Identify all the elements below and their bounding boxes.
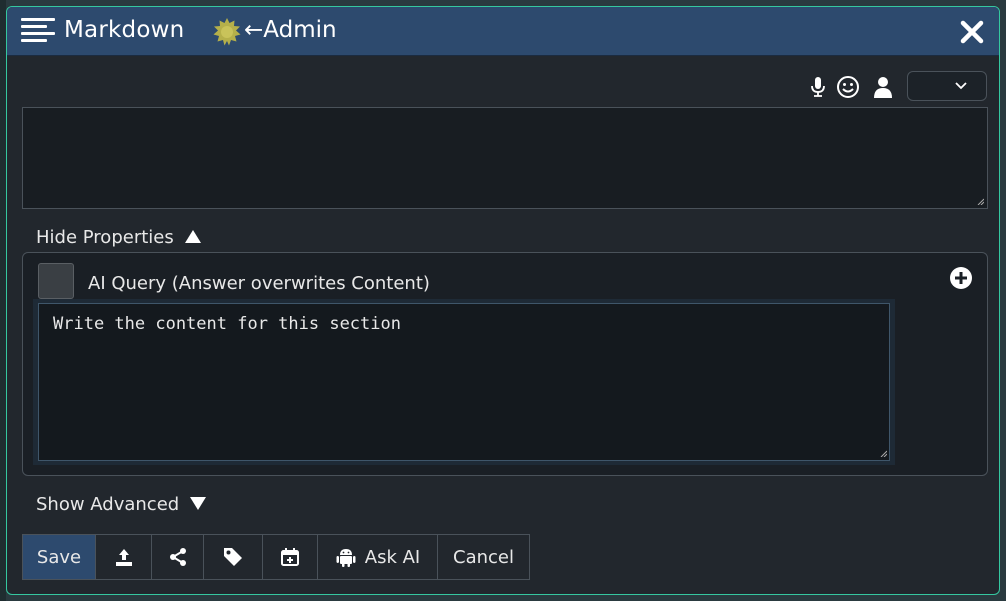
upload-button[interactable] bbox=[96, 535, 152, 579]
resize-grip-icon[interactable] bbox=[880, 450, 887, 457]
badge-icon bbox=[213, 18, 241, 46]
ai-query-checkbox[interactable] bbox=[38, 263, 74, 299]
resize-grip-icon[interactable] bbox=[977, 198, 984, 205]
menu-icon[interactable] bbox=[21, 18, 55, 44]
triangle-down-icon bbox=[190, 497, 207, 510]
dialog-titlebar: Markdown ←Admin bbox=[7, 7, 999, 56]
plus-circle-icon[interactable] bbox=[949, 266, 973, 290]
content-textarea[interactable] bbox=[22, 107, 988, 209]
ai-query-wrapper: Write the content for this section bbox=[33, 299, 895, 465]
android-icon bbox=[336, 549, 356, 567]
action-button-bar: Save Ask AI Cancel bbox=[22, 534, 530, 580]
microphone-icon[interactable] bbox=[806, 75, 830, 99]
save-button[interactable]: Save bbox=[23, 535, 96, 579]
schedule-button[interactable] bbox=[263, 535, 318, 579]
calendar-add-icon bbox=[281, 548, 299, 566]
admin-breadcrumb-link[interactable]: ←Admin bbox=[244, 17, 337, 43]
tag-icon bbox=[224, 548, 242, 566]
format-select[interactable] bbox=[907, 71, 987, 101]
chevron-down-icon bbox=[955, 82, 967, 90]
user-icon[interactable] bbox=[871, 75, 895, 99]
markdown-editor-dialog: Markdown ←Admin Hide Properties AI Query… bbox=[6, 6, 1000, 595]
tag-button[interactable] bbox=[204, 535, 263, 579]
share-icon bbox=[169, 548, 186, 566]
triangle-up-icon bbox=[184, 230, 201, 243]
share-button[interactable] bbox=[152, 535, 204, 579]
hide-properties-toggle[interactable]: Hide Properties bbox=[36, 227, 202, 248]
show-advanced-toggle[interactable]: Show Advanced bbox=[36, 494, 207, 515]
ask-ai-label: Ask AI bbox=[364, 546, 421, 568]
dialog-title: Markdown bbox=[64, 17, 185, 43]
cancel-button[interactable]: Cancel bbox=[438, 535, 529, 579]
ai-query-textarea[interactable]: Write the content for this section bbox=[38, 303, 890, 461]
smiley-icon[interactable] bbox=[836, 75, 860, 99]
close-icon[interactable] bbox=[959, 19, 985, 45]
ai-query-label: AI Query (Answer overwrites Content) bbox=[88, 273, 430, 294]
properties-panel: AI Query (Answer overwrites Content) Wri… bbox=[22, 252, 988, 476]
upload-icon bbox=[115, 549, 132, 566]
ask-ai-button[interactable]: Ask AI bbox=[318, 535, 438, 579]
